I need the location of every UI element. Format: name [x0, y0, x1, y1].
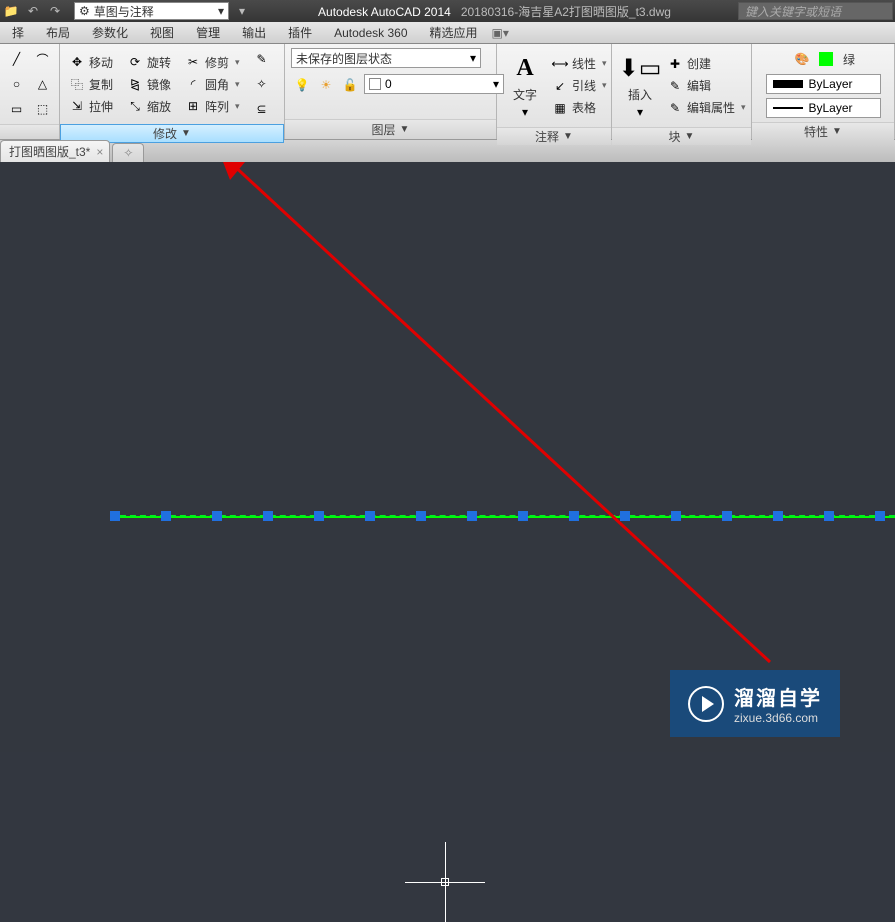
- edit-icon: ✎: [667, 78, 683, 94]
- workspace-label: 草图与注释: [94, 3, 154, 20]
- menu-layout[interactable]: 布局: [36, 22, 80, 43]
- linear-button[interactable]: ⟷线性▾: [549, 54, 610, 73]
- play-icon: [688, 686, 724, 722]
- draw-poly-icon[interactable]: △: [32, 73, 54, 95]
- match-prop-icon[interactable]: 🎨: [791, 48, 813, 70]
- copy-button[interactable]: ⿻复制: [66, 75, 116, 94]
- table-icon: ▦: [552, 100, 568, 116]
- move-icon: ✥: [69, 54, 85, 70]
- menu-view[interactable]: 视图: [140, 22, 184, 43]
- layer-state-dropdown[interactable]: 未保存的图层状态▾: [291, 48, 481, 68]
- menu-plugins[interactable]: 插件: [278, 22, 322, 43]
- draw-arc-icon[interactable]: ⌒: [32, 48, 54, 70]
- scale-button[interactable]: ⤡缩放: [124, 97, 174, 116]
- draw-line-icon[interactable]: ╱: [6, 48, 28, 70]
- window-title: Autodesk AutoCAD 2014 20180316-海吉星A2打图晒图…: [251, 3, 738, 20]
- watermark: 溜溜自学 zixue.3d66.com: [670, 670, 840, 737]
- qat-open-icon[interactable]: 📁: [2, 2, 20, 20]
- layer-lock-icon[interactable]: 🔓: [339, 74, 361, 96]
- create-button[interactable]: ✚创建: [664, 54, 749, 73]
- leader-icon: ↙: [552, 78, 568, 94]
- color-label: 绿: [843, 51, 855, 68]
- edit-button[interactable]: ✎编辑: [664, 76, 749, 95]
- menu-featured[interactable]: 精选应用: [420, 22, 488, 43]
- trim-icon: ✂: [185, 54, 201, 70]
- rotate-icon: ⟳: [127, 54, 143, 70]
- attr-icon: ✎: [667, 100, 683, 116]
- menu-expand-icon[interactable]: ▣▾: [490, 26, 511, 40]
- ribbon: ╱ ⌒ ○ △ ▭ ⬚ ✥移动 ⿻复制 ⇲拉伸 ⟳旋转 ⧎镜像: [0, 44, 895, 140]
- mirror-icon: ⧎: [127, 76, 143, 92]
- new-tab-button[interactable]: ✧: [112, 143, 144, 162]
- copy-icon: ⿻: [69, 76, 85, 92]
- fillet-icon: ◜: [185, 76, 201, 92]
- color-swatch[interactable]: [819, 52, 833, 66]
- text-A-icon: A: [509, 52, 541, 84]
- workspace-dropdown[interactable]: ⚙ 草图与注释 ▾: [74, 2, 229, 20]
- move-button[interactable]: ✥移动: [66, 53, 116, 72]
- menu-output[interactable]: 输出: [232, 22, 276, 43]
- qat-redo-icon[interactable]: ↷: [46, 2, 64, 20]
- layer-bulb-icon[interactable]: 💡: [291, 74, 313, 96]
- insert-icon: ⬇▭: [624, 52, 656, 84]
- erase-icon[interactable]: ✎: [251, 48, 273, 70]
- qat-undo-icon[interactable]: ↶: [24, 2, 42, 20]
- explode-icon[interactable]: ✧: [251, 73, 273, 95]
- menu-parametric[interactable]: 参数化: [82, 22, 138, 43]
- close-icon[interactable]: ×: [96, 145, 103, 159]
- draw-rect-icon[interactable]: ▭: [6, 98, 28, 120]
- leader-button[interactable]: ↙引线▾: [549, 76, 610, 95]
- array-icon: ⊞: [185, 98, 201, 114]
- lineweight-dropdown[interactable]: ByLayer: [766, 98, 881, 118]
- mirror-button[interactable]: ⧎镜像: [124, 75, 174, 94]
- menu-select[interactable]: 择: [2, 22, 34, 43]
- drawing-area[interactable]: 溜溜自学 zixue.3d66.com: [0, 162, 895, 752]
- quick-access-toolbar: 📁 ↶ ↷ ⚙ 草图与注释 ▾ ▾: [2, 2, 251, 20]
- menu-360[interactable]: Autodesk 360: [324, 24, 417, 42]
- file-tab-active[interactable]: 打图晒图版_t3* ×: [0, 140, 110, 162]
- array-button[interactable]: ⊞阵列▾: [182, 97, 243, 116]
- rotate-button[interactable]: ⟳旋转: [124, 53, 174, 72]
- stretch-icon: ⇲: [69, 98, 85, 114]
- panel-title-layer[interactable]: 图层▼: [285, 119, 496, 139]
- panel-title-draw[interactable]: [0, 124, 59, 139]
- title-bar: 📁 ↶ ↷ ⚙ 草图与注释 ▾ ▾ Autodesk AutoCAD 2014 …: [0, 0, 895, 22]
- layer-sun-icon[interactable]: ☀: [315, 74, 337, 96]
- panel-title-properties[interactable]: 特性▼: [752, 122, 894, 140]
- offset-icon[interactable]: ⊆: [251, 98, 273, 120]
- qat-more-icon[interactable]: ▾: [233, 2, 251, 20]
- draw-more-icon[interactable]: ⬚: [32, 98, 54, 120]
- scale-icon: ⤡: [127, 98, 143, 114]
- fillet-button[interactable]: ◜圆角▾: [182, 75, 243, 94]
- panel-title-block[interactable]: 块▼: [612, 127, 751, 145]
- menu-manage[interactable]: 管理: [186, 22, 230, 43]
- text-button[interactable]: A 文字▾: [503, 48, 547, 123]
- trim-button[interactable]: ✂修剪▾: [182, 53, 243, 72]
- search-input[interactable]: 键入关键字或短语: [738, 2, 893, 20]
- editattr-button[interactable]: ✎编辑属性▾: [664, 98, 749, 117]
- menu-bar: 择 布局 参数化 视图 管理 输出 插件 Autodesk 360 精选应用 ▣…: [0, 22, 895, 44]
- linear-icon: ⟷: [552, 56, 568, 72]
- table-button[interactable]: ▦表格: [549, 98, 610, 117]
- panel-title-annotation[interactable]: 注释▼: [497, 127, 611, 145]
- create-icon: ✚: [667, 56, 683, 72]
- linetype-dropdown[interactable]: ByLayer: [766, 74, 881, 94]
- layer-dropdown[interactable]: 0▾: [364, 74, 504, 94]
- insert-button[interactable]: ⬇▭ 插入▾: [618, 48, 662, 123]
- draw-circle-icon[interactable]: ○: [6, 73, 28, 95]
- stretch-button[interactable]: ⇲拉伸: [66, 97, 116, 116]
- file-tabs: 打图晒图版_t3* × ✧: [0, 140, 895, 162]
